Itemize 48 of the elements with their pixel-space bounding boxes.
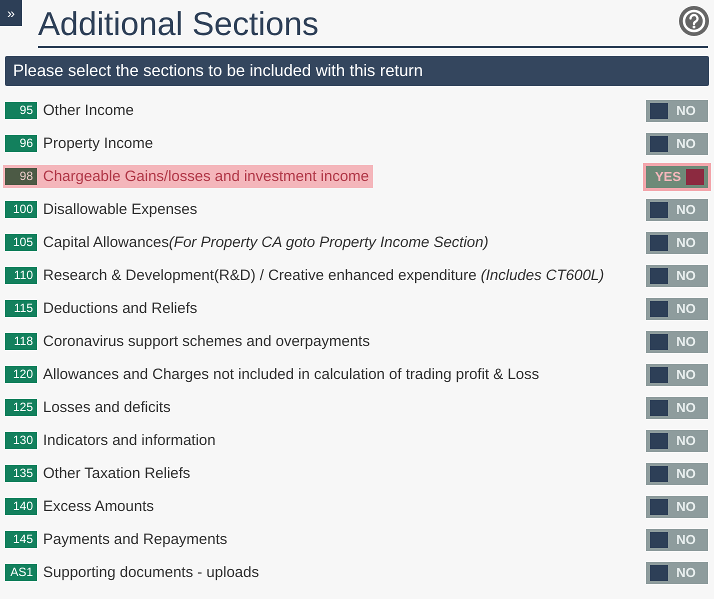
section-code-badge: 105: [5, 234, 37, 251]
toggle-switch[interactable]: YES: [646, 166, 708, 188]
section-code-badge: 96: [5, 135, 37, 152]
section-code-badge: 135: [5, 465, 37, 482]
section-label: Disallowable Expenses: [43, 201, 198, 218]
toggle-switch[interactable]: NO: [646, 396, 708, 418]
expand-button[interactable]: »: [0, 0, 22, 26]
section-code-badge: 118: [5, 333, 37, 350]
toggle-switch[interactable]: NO: [646, 100, 708, 122]
toggle-switch[interactable]: NO: [646, 496, 708, 518]
toggle-switch[interactable]: NO: [646, 264, 708, 286]
section-code-badge: AS1: [5, 564, 37, 581]
section-code-badge: 140: [5, 498, 37, 515]
section-code-badge: 120: [5, 366, 37, 383]
section-label: Other Taxation Reliefs: [43, 465, 190, 482]
section-label: Other Income: [43, 102, 134, 119]
section-code-badge: 115: [5, 300, 37, 317]
help-icon[interactable]: [679, 6, 709, 36]
section-code-badge: 100: [5, 201, 37, 218]
toggle-switch[interactable]: NO: [646, 132, 708, 154]
section-code-badge: 95: [5, 102, 37, 119]
section-label: Excess Amounts: [43, 498, 154, 515]
section-label: Property Income: [43, 135, 154, 152]
instruction-banner: Please select the sections to be included with this return: [5, 56, 709, 86]
section-label: Capital Allowances(For Property CA goto Property Income Section): [43, 234, 488, 251]
section-code-badge: 98: [5, 168, 37, 185]
section-label: Indicators and information: [43, 432, 216, 449]
toggle-switch[interactable]: NO: [646, 462, 708, 484]
section-label: Supporting documents - uploads: [43, 564, 259, 581]
section-code-badge: 125: [5, 399, 37, 416]
section-label: Research & Development(R&D) / Creative enhanced expenditure (Includes CT600L): [43, 267, 604, 284]
section-label: Losses and deficits: [43, 399, 171, 416]
section-label: Coronavirus support schemes and overpayments: [43, 333, 370, 350]
section-code-badge: 110: [5, 267, 37, 284]
toggle-switch[interactable]: NO: [646, 232, 708, 254]
section-label: Allowances and Charges not included in calculation of trading profit & Loss: [43, 366, 540, 383]
section-label: Payments and Repayments: [43, 531, 228, 548]
toggle-switch[interactable]: NO: [646, 528, 708, 550]
section-code-badge: 130: [5, 432, 37, 449]
toggle-switch[interactable]: NO: [646, 298, 708, 320]
toggle-switch[interactable]: NO: [646, 430, 708, 452]
toggle-switch[interactable]: NO: [646, 364, 708, 386]
toggle-switch[interactable]: NO: [646, 198, 708, 220]
section-label: Deductions and Reliefs: [43, 300, 198, 317]
section-label: Chargeable Gains/losses and investment income: [43, 168, 370, 185]
section-code-badge: 145: [5, 531, 37, 548]
toggle-switch[interactable]: NO: [646, 330, 708, 352]
toggle-switch[interactable]: NO: [646, 562, 708, 584]
